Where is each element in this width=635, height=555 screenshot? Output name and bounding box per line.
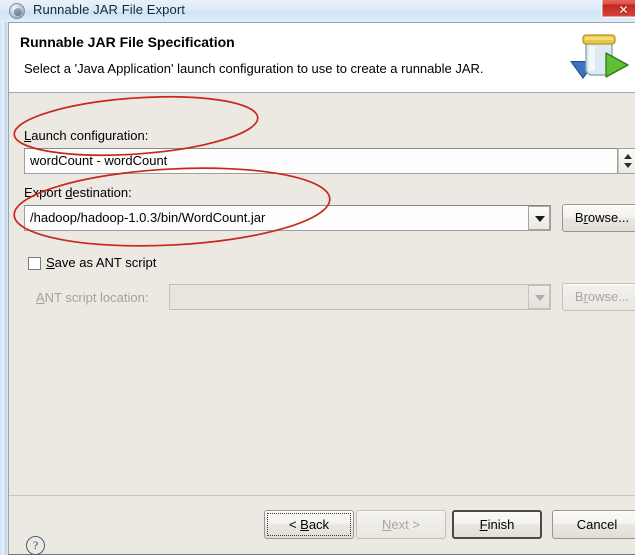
ant-script-location-label: ANT script location:: [36, 290, 148, 305]
launch-configuration-label: Launch configuration:: [24, 128, 148, 143]
page-description: Select a 'Java Application' launch confi…: [24, 61, 484, 76]
next-suffix: ext >: [391, 517, 420, 532]
browse-destination-button[interactable]: Browse...: [562, 204, 635, 232]
export-destination-label-suffix: estination:: [72, 185, 132, 200]
export-destination-input[interactable]: /hadoop/hadoop-1.0.3/bin/WordCount.jar: [24, 205, 551, 231]
launch-configuration-combo[interactable]: wordCount - wordCount: [24, 148, 618, 174]
window-title: Runnable JAR File Export: [33, 2, 185, 17]
page-title: Runnable JAR File Specification: [20, 34, 235, 50]
title-bar: Runnable JAR File Export ✕: [0, 0, 635, 22]
next-button[interactable]: Next >: [356, 510, 446, 539]
help-button[interactable]: ?: [26, 536, 45, 555]
chevron-down-icon[interactable]: [528, 206, 550, 230]
mnemonic-char: S: [46, 255, 55, 270]
finish-button[interactable]: Finish: [452, 510, 542, 539]
mnemonic-char: B: [300, 517, 309, 532]
save-as-ant-label-text: ave as ANT script: [54, 255, 157, 270]
launch-configuration-label-text: aunch configuration:: [31, 128, 149, 143]
back-prefix: <: [288, 517, 301, 532]
close-button[interactable]: ✕: [601, 0, 635, 18]
jar-export-icon: [570, 34, 629, 79]
back-suffix: ack: [308, 517, 330, 532]
ant-script-location-input[interactable]: [169, 284, 551, 310]
close-icon: ✕: [618, 3, 629, 17]
export-destination-label-prefix: Export: [24, 185, 66, 200]
cancel-button[interactable]: Cancel: [552, 510, 635, 539]
save-as-ant-checkbox[interactable]: [28, 257, 41, 270]
dialog-window: Runnable JAR File Export ✕ Runnable JAR …: [0, 0, 635, 555]
save-as-ant-label: Save as ANT script: [46, 255, 156, 270]
browse-prefix: B: [574, 210, 584, 225]
browse-suffix: owse...: [587, 210, 630, 225]
mnemonic-char: N: [382, 517, 392, 532]
wizard-body: Launch configuration: wordCount - wordCo…: [9, 94, 635, 494]
back-button[interactable]: < Back: [264, 510, 354, 539]
mnemonic-char: F: [479, 517, 488, 532]
ant-script-location-label-text: NT script location:: [44, 290, 149, 305]
chevron-down-icon[interactable]: [528, 285, 550, 309]
dialog-client-area: Runnable JAR File Specification Select a…: [8, 22, 635, 555]
footer-separator: [9, 495, 635, 496]
browse-ant-script-button[interactable]: Browse...: [562, 283, 635, 311]
up-down-arrows-icon[interactable]: [618, 148, 635, 174]
export-destination-label: Export destination:: [24, 185, 132, 200]
browse-prefix: B: [574, 289, 584, 304]
browse-suffix: owse...: [587, 289, 630, 304]
app-jar-icon: [9, 3, 25, 19]
wizard-header: Runnable JAR File Specification Select a…: [9, 23, 635, 93]
finish-suffix: inish: [487, 517, 515, 532]
mnemonic-char: A: [36, 290, 45, 305]
